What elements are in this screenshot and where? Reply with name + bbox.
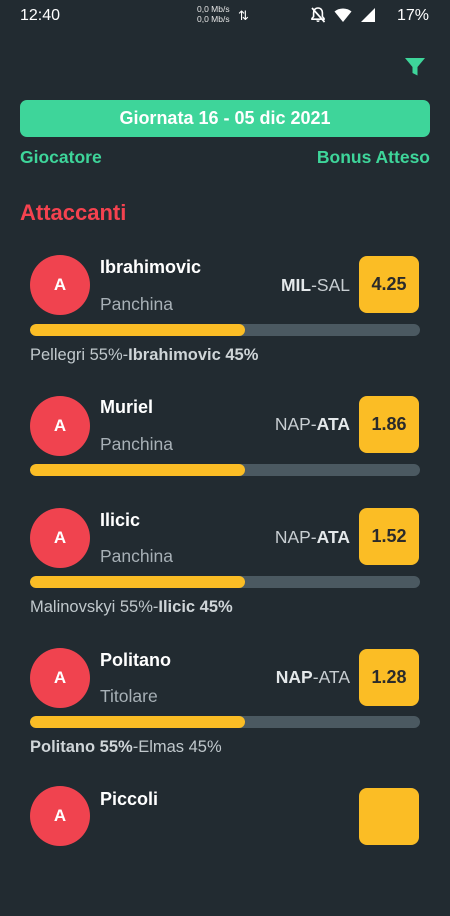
match-label: NAP-ATA	[276, 667, 350, 688]
status-time: 12:40	[20, 7, 61, 24]
bonus-badge: 4.25	[359, 256, 419, 313]
match-label: MIL-SAL	[281, 275, 350, 296]
share-bar	[30, 464, 420, 476]
bonus-badge	[359, 788, 419, 845]
match-away: ATA	[316, 414, 350, 434]
player-row[interactable]: A Piccoli	[0, 786, 450, 916]
column-header-player: Giocatore	[20, 147, 102, 167]
bonus-badge: 1.52	[359, 508, 419, 565]
share-label: Pellegri 55%-Ibrahimovic 45%	[30, 346, 258, 365]
column-header-bonus: Bonus Atteso	[316, 147, 430, 167]
status-icons	[310, 6, 376, 24]
match-label: NAP-ATA	[275, 414, 350, 435]
share-bar	[30, 576, 420, 588]
player-status: Panchina	[100, 294, 173, 314]
player-name: Muriel	[100, 397, 154, 417]
match-away: SAL	[316, 275, 350, 295]
match-away: ATA	[316, 527, 350, 547]
share-bar	[30, 324, 420, 336]
wifi-icon	[334, 8, 352, 22]
avatar: A	[30, 786, 90, 846]
share-label-b: Elmas 45%	[138, 738, 222, 756]
signal-icon	[361, 8, 375, 22]
match-home: NAP	[275, 667, 313, 687]
player-status: Panchina	[100, 546, 173, 566]
player-row[interactable]: A Ibrahimovic Panchina MIL-SAL 4.25 Pell…	[0, 255, 450, 385]
share-bar-fill	[30, 716, 245, 728]
share-label-b: Ilicic 45%	[158, 598, 233, 616]
avatar: A	[30, 255, 90, 315]
avatar: A	[30, 508, 90, 568]
avatar: A	[30, 396, 90, 456]
avatar: A	[30, 648, 90, 708]
match-home: MIL	[280, 275, 312, 295]
player-status: Titolare	[100, 686, 158, 706]
match-home: NAP	[274, 414, 311, 434]
network-down-speed: 0,0 Mb/s	[197, 14, 230, 24]
section-title: Attaccanti	[20, 200, 127, 225]
matchday-selector[interactable]: Giornata 16 - 05 dic 2021	[20, 100, 430, 137]
player-name: Ilicic	[100, 510, 141, 530]
share-label: Politano 55%-Elmas 45%	[30, 738, 222, 757]
share-bar-fill	[30, 464, 245, 476]
player-name: Politano	[100, 650, 171, 670]
network-up-speed: 0,0 Mb/s	[197, 4, 230, 14]
bonus-badge: 1.86	[359, 396, 419, 453]
player-status: Panchina	[100, 434, 173, 454]
share-label-a: Politano 55%	[30, 738, 133, 756]
match-away: ATA	[318, 667, 350, 687]
share-label: Malinovskyi 55%-Ilicic 45%	[30, 598, 233, 617]
player-row[interactable]: A Politano Titolare NAP-ATA 1.28 Politan…	[0, 647, 450, 777]
share-label-b: Ibrahimovic 45%	[128, 346, 259, 364]
player-name: Ibrahimovic	[100, 257, 202, 277]
player-row[interactable]: A Muriel Panchina NAP-ATA 1.86	[0, 394, 450, 524]
mute-icon	[311, 7, 326, 23]
network-arrows-icon: ⇅	[238, 8, 249, 23]
share-bar-fill	[30, 576, 245, 588]
network-speed: 0,0 Mb/s 0,0 Mb/s	[197, 4, 230, 24]
share-label-a: Malinovskyi 55%	[30, 598, 153, 616]
share-bar-fill	[30, 324, 245, 336]
battery-percent: 17%	[397, 7, 430, 24]
filter-button[interactable]	[402, 54, 428, 80]
match-home: NAP	[274, 527, 311, 547]
match-label: NAP-ATA	[275, 527, 350, 548]
player-row[interactable]: A Ilicic Panchina NAP-ATA 1.52 Malinovsk…	[0, 507, 450, 637]
status-bar: 12:40 0,0 Mb/s 0,0 Mb/s ⇅ 17%	[0, 0, 450, 32]
share-label-a: Pellegri 55%	[30, 346, 123, 364]
share-bar	[30, 716, 420, 728]
bonus-badge: 1.28	[359, 649, 419, 706]
filter-icon	[405, 58, 425, 76]
